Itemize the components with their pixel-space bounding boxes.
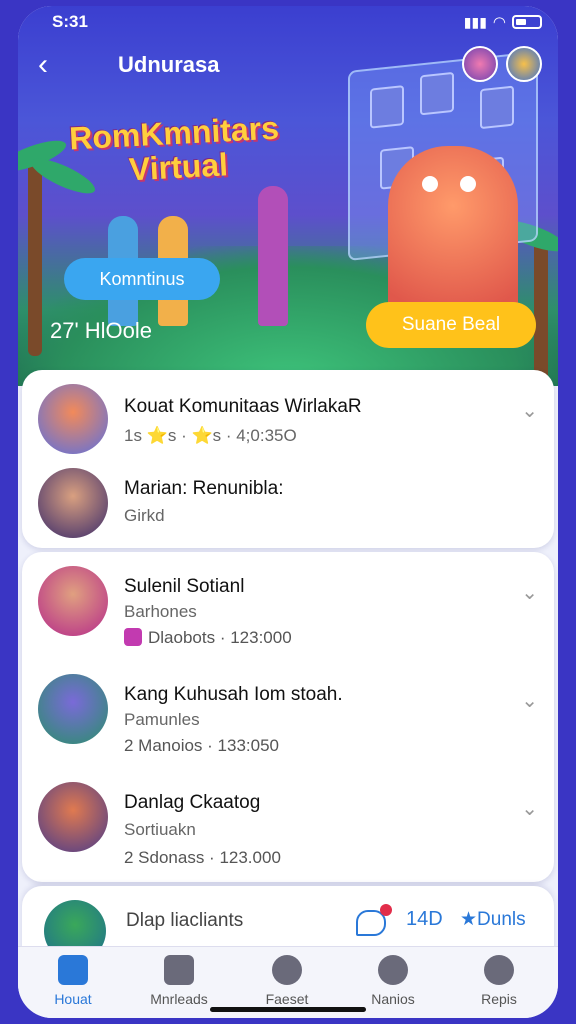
avatar — [38, 566, 108, 636]
item-title: Kouat Komunitaas WirlakaR — [124, 396, 362, 417]
star-icon: ★ — [460, 909, 478, 930]
list-item[interactable]: Sulenil Sotianl Barhones Dlaobots · 123:… — [22, 552, 554, 652]
hero-banner: ‹ Udnurasa RomKmnitars Virtual Komntinus… — [18, 6, 558, 386]
wifi-icon: ◠ — [492, 14, 506, 31]
favorite-link[interactable]: ★Dunls — [460, 908, 526, 931]
header-avatars — [462, 46, 542, 82]
item-title: Marian: Renunibla: — [124, 478, 284, 499]
top-bar: ‹ Udnurasa — [38, 46, 542, 86]
avatar — [38, 782, 108, 852]
avatar[interactable] — [506, 46, 542, 82]
chevron-down-icon[interactable]: ⌄ — [521, 398, 538, 423]
chevron-down-icon[interactable]: ⌄ — [521, 580, 538, 605]
app-screen: ‹ Udnurasa RomKmnitars Virtual Komntinus… — [18, 6, 558, 1018]
item-subtitle: Sortiuakn — [124, 820, 196, 839]
chat-bubble-icon[interactable] — [356, 904, 392, 936]
community-card-2: Sulenil Sotianl Barhones Dlaobots · 123:… — [22, 552, 554, 882]
user-icon — [484, 955, 514, 985]
list-item[interactable]: Danlag Ckaatog Sortiuakn 2 Sdonass · 123… — [22, 768, 554, 868]
item-meta: 1s ⭐s · ⭐s · 4;0:35O — [124, 426, 297, 445]
mascot-eye — [460, 176, 476, 192]
tab-label: Nanios — [371, 991, 415, 1007]
chat-icon — [378, 955, 408, 985]
tab-label: Repis — [481, 991, 517, 1007]
screen-tile — [480, 85, 514, 130]
check-icon — [272, 955, 302, 985]
home-icon — [58, 955, 88, 985]
back-arrow-icon[interactable]: ‹ — [38, 48, 48, 82]
item-subtitle: Pamunles — [124, 710, 200, 729]
community-card-1: Kouat Komunitaas WirlakaR 1s ⭐s · ⭐s · 4… — [22, 370, 554, 548]
screen-tile — [370, 85, 404, 129]
list-item[interactable]: Kang Kuhusah Iom stoah. Pamunles 2 Manoi… — [22, 660, 554, 760]
bottom-tab-bar: Houat Mnrleads Faeset Nanios Repis — [18, 946, 558, 1018]
person-figure — [258, 186, 288, 326]
people-illustration — [108, 176, 328, 326]
avatar — [38, 674, 108, 744]
tag-icon — [124, 628, 142, 646]
avatar — [38, 468, 108, 538]
avatar — [38, 384, 108, 454]
avatar[interactable] — [462, 46, 498, 82]
item-title: Danlag Ckaatog — [124, 792, 261, 813]
join-button[interactable]: Suane Beal — [366, 302, 536, 348]
home-indicator — [210, 1007, 366, 1012]
chevron-down-icon[interactable]: ⌄ — [521, 796, 538, 821]
battery-icon — [512, 15, 542, 29]
tab-label: Faeset — [265, 991, 309, 1007]
item-meta: Girkd — [124, 506, 165, 525]
community-button[interactable]: Komntinus — [64, 258, 220, 300]
list-item[interactable]: Marian: Renunibla: Girkd — [22, 454, 554, 554]
page-title: Udnurasa — [118, 52, 220, 77]
item-meta: 2 Manoios · 133:050 — [124, 736, 279, 755]
member-count: 27' HlOole — [50, 318, 153, 343]
signal-icon: ▮▮▮ — [463, 13, 487, 30]
tab-messages[interactable]: Nanios — [348, 955, 438, 1007]
item-count: 14D — [406, 908, 443, 930]
status-icons: ▮▮▮ ◠ — [464, 13, 542, 31]
palm-tree-left — [28, 156, 42, 356]
chevron-down-icon[interactable]: ⌄ — [521, 688, 538, 713]
item-title: Kang Kuhusah Iom stoah. — [124, 684, 343, 705]
item-title: Dlap liacliants — [126, 910, 244, 931]
status-time: S:31 — [52, 12, 88, 31]
tab-home[interactable]: Houat — [28, 955, 118, 1007]
item-meta: 2 Sdonass · 123.000 — [124, 848, 281, 867]
mascot-eye — [422, 176, 438, 192]
tab-profile[interactable]: Repis — [454, 955, 544, 1007]
hero-title: RomKmnitars Virtual — [68, 110, 281, 190]
status-bar: S:31 ▮▮▮ ◠ — [18, 6, 558, 36]
tab-media[interactable]: Mnrleads — [134, 955, 224, 1007]
tab-check[interactable]: Faeset — [242, 955, 332, 1007]
item-title: Sulenil Sotianl — [124, 576, 245, 597]
item-meta: Dlaobots · 123:000 — [124, 628, 292, 648]
tab-label: Houat — [54, 991, 92, 1007]
palm-tree-right — [534, 236, 548, 386]
tab-label: Mnrleads — [150, 991, 208, 1007]
item-subtitle: Barhones — [124, 602, 197, 621]
favorite-link-label: Dunls — [477, 909, 526, 930]
image-icon — [164, 955, 194, 985]
item-meta-text: Dlaobots · 123:000 — [148, 628, 292, 647]
